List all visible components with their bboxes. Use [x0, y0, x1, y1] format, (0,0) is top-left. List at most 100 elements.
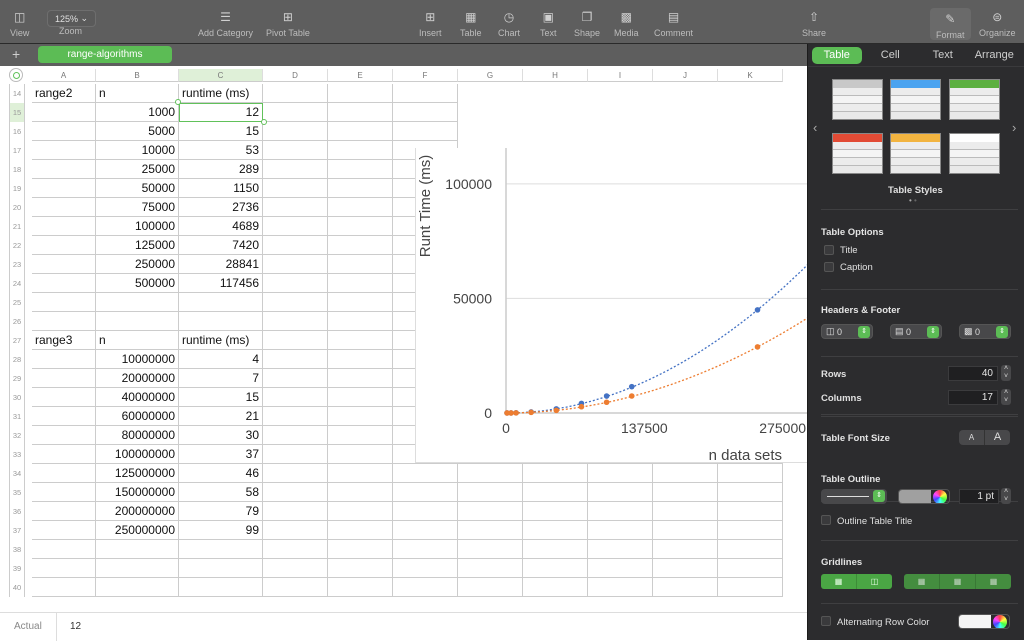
cell[interactable]	[328, 103, 393, 122]
cell[interactable]	[263, 103, 328, 122]
row-header-24[interactable]: 24	[9, 274, 25, 293]
header-row-gridlines-button[interactable]: ▦	[904, 574, 940, 589]
cell[interactable]	[32, 540, 96, 559]
cell[interactable]	[32, 122, 96, 141]
cell[interactable]	[263, 217, 328, 236]
cell[interactable]	[328, 293, 393, 312]
outline-width-field[interactable]: 1 pt	[959, 489, 999, 504]
cell-runtime[interactable]: 4689	[179, 217, 263, 236]
cell[interactable]	[263, 445, 328, 464]
cell[interactable]	[263, 84, 328, 103]
format-button[interactable]: ✎ Format	[930, 8, 971, 40]
cell[interactable]	[263, 502, 328, 521]
cell[interactable]	[32, 521, 96, 540]
cell-n[interactable]: 125000	[96, 236, 179, 255]
cell[interactable]	[393, 502, 458, 521]
columns-field[interactable]: 17	[948, 390, 998, 405]
cell[interactable]	[328, 578, 393, 597]
chevron-right-icon[interactable]: ›	[1012, 120, 1016, 135]
cell[interactable]	[263, 521, 328, 540]
outline-title-checkbox[interactable]	[821, 515, 831, 525]
outline-width-stepper[interactable]: ˄ ˅	[1001, 488, 1011, 504]
cell-runtime[interactable]: 21	[179, 407, 263, 426]
cell-n[interactable]: 80000000	[96, 426, 179, 445]
cell[interactable]	[96, 540, 179, 559]
add-sheet-button[interactable]: +	[12, 46, 20, 62]
column-header-k[interactable]: K	[718, 69, 783, 82]
cell-runtime[interactable]: 2736	[179, 198, 263, 217]
cell[interactable]	[179, 559, 263, 578]
cell[interactable]	[588, 559, 653, 578]
range-label[interactable]: range2	[32, 84, 96, 103]
cell[interactable]	[718, 502, 783, 521]
column-header-h[interactable]: H	[523, 69, 588, 82]
cell-n[interactable]: 50000	[96, 179, 179, 198]
cell[interactable]	[393, 559, 458, 578]
column-header-c[interactable]: C	[179, 69, 263, 82]
alternating-row-checkbox[interactable]	[821, 616, 831, 626]
cell[interactable]	[32, 464, 96, 483]
header-column-gridlines-button[interactable]: ▦	[940, 574, 976, 589]
cell[interactable]	[523, 521, 588, 540]
cell[interactable]	[263, 236, 328, 255]
cell[interactable]	[588, 464, 653, 483]
cell[interactable]	[328, 426, 393, 445]
cell-n[interactable]: 100000	[96, 217, 179, 236]
cell-runtime[interactable]: 12	[179, 103, 263, 122]
cell-n[interactable]: 10000	[96, 141, 179, 160]
cell[interactable]	[458, 502, 523, 521]
cell[interactable]	[96, 293, 179, 312]
cell[interactable]	[263, 559, 328, 578]
cell[interactable]	[32, 179, 96, 198]
cell[interactable]	[718, 483, 783, 502]
cell[interactable]	[458, 483, 523, 502]
chart-button[interactable]: ◷ Chart	[498, 8, 520, 38]
shape-button[interactable]: ❐ Shape	[574, 8, 600, 38]
scatter-chart[interactable]: 0 50000 100000 0 137500 275000 Runt Time (ms…	[415, 148, 807, 464]
cell[interactable]	[523, 464, 588, 483]
cell[interactable]	[328, 255, 393, 274]
color-wheel-icon[interactable]	[933, 490, 947, 503]
cell[interactable]	[328, 502, 393, 521]
row-header-40[interactable]: 40	[9, 578, 25, 597]
cell[interactable]	[588, 540, 653, 559]
column-label[interactable]: n	[96, 84, 179, 103]
cell[interactable]	[32, 103, 96, 122]
cell[interactable]	[588, 521, 653, 540]
cell[interactable]	[263, 179, 328, 198]
row-header-31[interactable]: 31	[9, 407, 25, 426]
column-label[interactable]: runtime (ms)	[179, 84, 263, 103]
cell[interactable]	[32, 483, 96, 502]
row-header-16[interactable]: 16	[9, 122, 25, 141]
stepper-icon[interactable]: ⇕	[858, 326, 870, 338]
cell[interactable]	[263, 578, 328, 597]
tab-cell[interactable]: Cell	[862, 47, 919, 64]
cell-n[interactable]: 250000000	[96, 521, 179, 540]
cell[interactable]	[458, 464, 523, 483]
cell[interactable]	[653, 559, 718, 578]
cell-runtime[interactable]: 7420	[179, 236, 263, 255]
row-header-35[interactable]: 35	[9, 483, 25, 502]
cell[interactable]	[328, 312, 393, 331]
cell[interactable]	[393, 103, 458, 122]
cell[interactable]	[263, 483, 328, 502]
cell-n[interactable]: 500000	[96, 274, 179, 293]
cell[interactable]	[393, 84, 458, 103]
cell[interactable]	[263, 388, 328, 407]
title-checkbox[interactable]	[824, 245, 834, 255]
cell-n[interactable]: 20000000	[96, 369, 179, 388]
cell[interactable]	[263, 160, 328, 179]
cell[interactable]	[32, 141, 96, 160]
color-wheel-icon[interactable]	[993, 615, 1007, 628]
stepper-icon[interactable]: ⇕	[996, 326, 1008, 338]
column-header-i[interactable]: I	[588, 69, 653, 82]
cell[interactable]	[393, 464, 458, 483]
cell[interactable]	[328, 122, 393, 141]
cell-runtime[interactable]: 37	[179, 445, 263, 464]
cell[interactable]	[718, 540, 783, 559]
cell[interactable]	[328, 84, 393, 103]
cell-n[interactable]: 150000000	[96, 483, 179, 502]
cell[interactable]	[32, 198, 96, 217]
cell[interactable]	[718, 578, 783, 597]
caption-checkbox[interactable]	[824, 262, 834, 272]
